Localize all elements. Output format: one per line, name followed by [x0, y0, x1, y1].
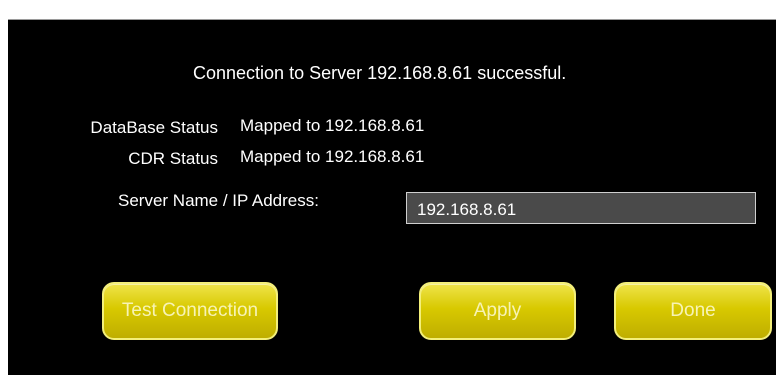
server-address-input[interactable]: [406, 192, 756, 224]
cdr-status-value: Mapped to 192.168.8.61: [240, 147, 425, 166]
done-button[interactable]: Done: [614, 282, 772, 340]
server-address-label: Server Name / IP Address:: [118, 191, 319, 210]
page: Connection to Server 192.168.8.61 succes…: [0, 0, 776, 375]
server-connection-dialog: Connection to Server 192.168.8.61 succes…: [8, 19, 776, 375]
database-status-value: Mapped to 192.168.8.61: [240, 116, 425, 135]
database-status-label: DataBase Status: [90, 118, 218, 137]
apply-button[interactable]: Apply: [419, 282, 576, 340]
cdr-status-label: CDR Status: [128, 149, 218, 168]
test-connection-button[interactable]: Test Connection: [102, 282, 278, 340]
connection-status-message: Connection to Server 192.168.8.61 succes…: [193, 63, 567, 83]
